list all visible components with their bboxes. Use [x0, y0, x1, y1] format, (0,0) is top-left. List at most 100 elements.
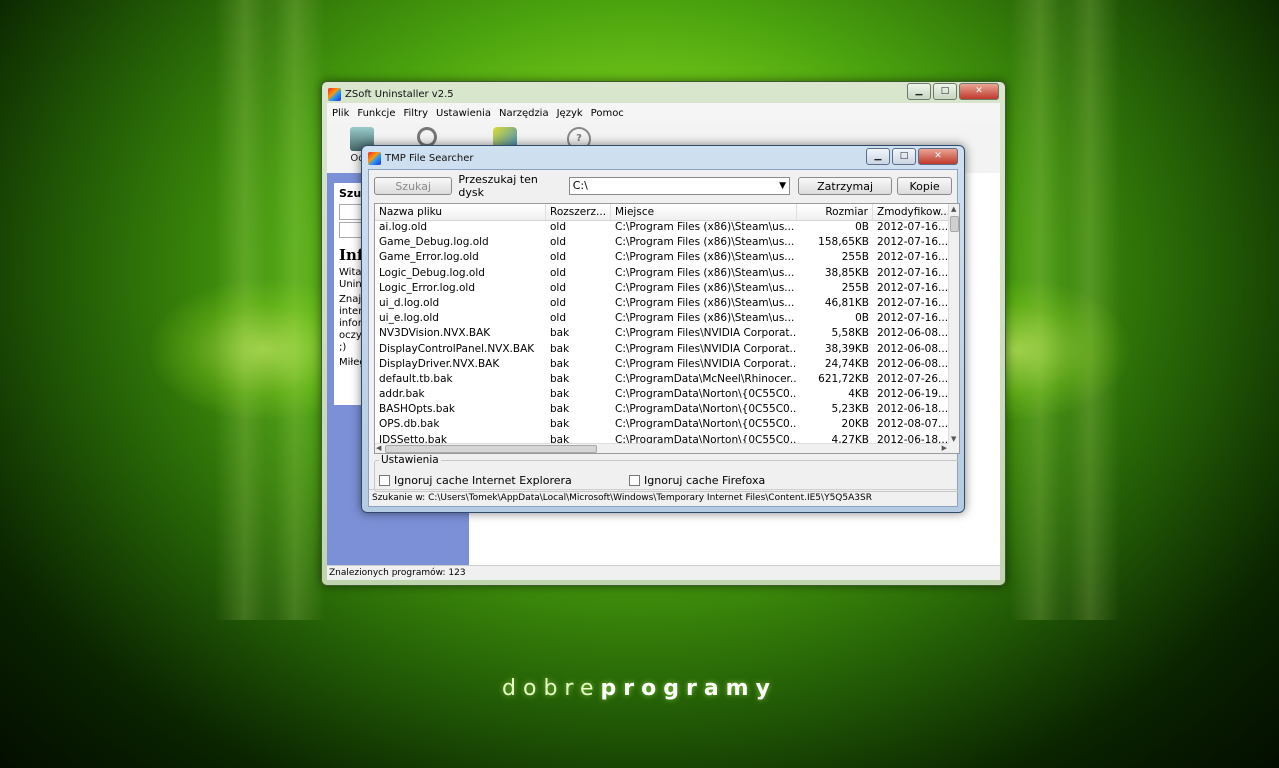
- close-icon[interactable]: ✕: [918, 148, 958, 165]
- scroll-up-icon[interactable]: ▲: [951, 205, 956, 213]
- menu-funkcje[interactable]: Funkcje: [357, 108, 395, 119]
- cell-name: Game_Debug.log.old: [379, 236, 489, 249]
- minimize-icon[interactable]: ▁: [866, 148, 890, 165]
- table-body: ai.log.old old C:\Program Files (x86)\Stea…: [375, 220, 949, 448]
- cell-name: DisplayControlPanel.NVX.BAK: [379, 342, 535, 355]
- main-window-controls: ▁ □ ✕: [907, 83, 999, 100]
- ignore-ie-checkbox[interactable]: Ignoruj cache Internet Explorera: [379, 474, 572, 487]
- cell-modified: 2012-06-08...: [877, 342, 949, 355]
- info-text: Znaj: [339, 294, 362, 305]
- table-row[interactable]: ui_d.log.old old C:\Program Files (x86)\St…: [375, 296, 949, 311]
- table-row[interactable]: Game_Debug.log.old old C:\Program Files (x…: [375, 235, 949, 250]
- table-row[interactable]: OPS.db.bak bak C:\ProgramData\Norton\{0C55…: [375, 417, 949, 432]
- cell-location: C:\ProgramData\Norton\{0C55C0...: [615, 403, 797, 416]
- copy-button[interactable]: Kopie: [897, 177, 952, 195]
- cell-location: C:\Program Files\NVIDIA Corporat...: [615, 342, 797, 355]
- cell-location: C:\ProgramData\McNeel\Rhinocer...: [615, 372, 797, 385]
- vertical-scrollbar[interactable]: ▲ ▼: [948, 204, 959, 453]
- cell-location: C:\Program Files (x86)\Steam\us...: [615, 266, 795, 279]
- drive-select-value: C:\: [572, 179, 588, 192]
- scroll-left-icon[interactable]: ◀: [376, 444, 381, 452]
- cell-modified: 2012-07-16...: [877, 296, 949, 309]
- table-row[interactable]: ui_e.log.old old C:\Program Files (x86)\St…: [375, 311, 949, 326]
- table-row[interactable]: DisplayDriver.NVX.BAK bak C:\Program Files…: [375, 357, 949, 372]
- cell-modified: 2012-07-16...: [877, 312, 949, 325]
- cell-name: NV3DVision.NVX.BAK: [379, 327, 491, 340]
- cell-location: C:\ProgramData\Norton\{0C55C0...: [615, 388, 797, 401]
- cell-location: C:\Program Files (x86)\Steam\us...: [615, 251, 795, 264]
- drive-label: Przeszukaj ten dysk: [458, 173, 538, 199]
- cell-name: Game_Error.log.old: [379, 251, 479, 264]
- menu-pomoc[interactable]: Pomoc: [591, 108, 624, 119]
- brand-logo: dobreprogramy: [0, 676, 1279, 701]
- table-row[interactable]: default.tb.bak bak C:\ProgramData\McNeel\R…: [375, 372, 949, 387]
- scroll-right-icon[interactable]: ▶: [942, 444, 947, 452]
- table-row[interactable]: BASHOpts.bak bak C:\ProgramData\Norton\{0C…: [375, 402, 949, 417]
- menu-ustawienia[interactable]: Ustawienia: [436, 108, 491, 119]
- maximize-icon[interactable]: □: [933, 83, 957, 100]
- cell-extension: old: [550, 281, 567, 294]
- close-icon[interactable]: ✕: [959, 83, 999, 100]
- cell-modified: 2012-07-16...: [877, 236, 949, 249]
- cell-name: ui_e.log.old: [379, 312, 439, 325]
- column-header-extension[interactable]: Rozszerz...: [546, 204, 611, 220]
- menu-jezyk[interactable]: Język: [557, 108, 583, 119]
- column-header-name[interactable]: Nazwa pliku: [375, 204, 546, 220]
- cell-size: 255B: [841, 281, 869, 294]
- main-titlebar[interactable]: ZSoft Uninstaller v2.5: [328, 85, 454, 103]
- cell-name: default.tb.bak: [379, 372, 453, 385]
- horizontal-scroll-thumb[interactable]: [385, 445, 597, 453]
- ignore-ie-label: Ignoruj cache Internet Explorera: [394, 474, 572, 487]
- cell-extension: old: [550, 251, 567, 264]
- table-row[interactable]: addr.bak bak C:\ProgramData\Norton\{0C55C0…: [375, 387, 949, 402]
- stop-button[interactable]: Zatrzymaj: [798, 177, 893, 195]
- files-table: Nazwa pliku Rozszerz... Miejsce Rozmiar …: [374, 203, 960, 454]
- maximize-icon[interactable]: □: [892, 148, 916, 165]
- table-row[interactable]: NV3DVision.NVX.BAK bak C:\Program Files\NV…: [375, 326, 949, 341]
- cell-modified: 2012-08-07...: [877, 418, 949, 431]
- cell-location: C:\Program Files (x86)\Steam\us...: [615, 236, 795, 249]
- cell-name: OPS.db.bak: [379, 418, 440, 431]
- scroll-down-icon[interactable]: ▼: [951, 435, 956, 443]
- column-header-modified[interactable]: Zmodyfikow...: [873, 204, 949, 220]
- cell-name: ai.log.old: [379, 221, 428, 233]
- column-header-size[interactable]: Rozmiar: [797, 204, 873, 220]
- checkbox-box[interactable]: [629, 475, 640, 486]
- cell-size: 158,65KB: [818, 236, 869, 249]
- table-row[interactable]: Game_Error.log.old old C:\Program Files (x…: [375, 250, 949, 265]
- table-row[interactable]: Logic_Error.log.old old C:\Program Files (…: [375, 281, 949, 296]
- table-row[interactable]: Logic_Debug.log.old old C:\Program Files (…: [375, 266, 949, 281]
- info-text: Wita: [339, 267, 362, 278]
- ignore-ff-checkbox[interactable]: Ignoruj cache Firefoxa: [629, 474, 765, 487]
- main-window-title: ZSoft Uninstaller v2.5: [345, 88, 454, 100]
- table-row[interactable]: ai.log.old old C:\Program Files (x86)\Stea…: [375, 220, 949, 235]
- cell-name: Logic_Debug.log.old: [379, 266, 485, 279]
- chevron-down-icon: ▼: [779, 181, 787, 191]
- checkbox-box[interactable]: [379, 475, 390, 486]
- cell-modified: 2012-07-16...: [877, 281, 949, 294]
- search-button[interactable]: Szukaj: [374, 177, 453, 195]
- cell-modified: 2012-07-16...: [877, 251, 949, 264]
- cell-location: C:\Program Files\NVIDIA Corporat...: [615, 357, 797, 370]
- cell-extension: bak: [550, 418, 570, 431]
- menu-filtry[interactable]: Filtry: [404, 108, 429, 119]
- cell-extension: bak: [550, 388, 570, 401]
- info-text: inter: [339, 306, 363, 317]
- horizontal-scrollbar[interactable]: ◀ ▶: [375, 443, 949, 453]
- column-header-location[interactable]: Miejsce: [611, 204, 797, 220]
- info-text: ;): [339, 342, 347, 353]
- cell-size: 4KB: [848, 388, 869, 401]
- table-row[interactable]: DisplayControlPanel.NVX.BAK bak C:\Program…: [375, 342, 949, 357]
- cell-location: C:\ProgramData\Norton\{0C55C0...: [615, 418, 797, 431]
- dialog-toolbar: Szukaj Przeszukaj ten dysk C:\ ▼ Zatrzyma…: [374, 173, 952, 199]
- menu-narzedzia[interactable]: Narzędzia: [499, 108, 549, 119]
- vertical-scroll-thumb[interactable]: [950, 216, 959, 232]
- brand-light: dobre: [502, 676, 601, 701]
- minimize-icon[interactable]: ▁: [907, 83, 931, 100]
- menu-plik[interactable]: Plik: [332, 108, 349, 119]
- table-header: Nazwa pliku Rozszerz... Miejsce Rozmiar …: [375, 204, 949, 221]
- cell-extension: bak: [550, 327, 570, 340]
- drive-select[interactable]: C:\ ▼: [568, 177, 791, 195]
- main-menubar: Plik Funkcje Filtry Ustawienia Narzędzia…: [327, 103, 1000, 123]
- dialog-titlebar[interactable]: TMP File Searcher: [368, 149, 473, 167]
